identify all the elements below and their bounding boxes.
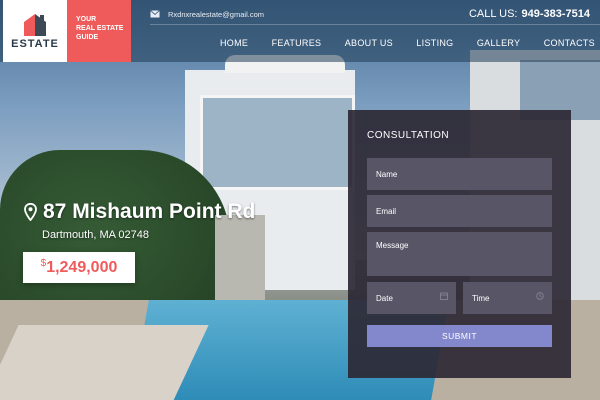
concrete-pillar <box>215 215 265 310</box>
submit-button[interactable]: SUBMIT <box>367 325 552 347</box>
nav-contacts[interactable]: CONTACTS <box>544 38 595 48</box>
clock-icon <box>536 292 544 300</box>
header-divider <box>150 24 600 25</box>
envelope-icon <box>150 10 160 18</box>
tagline-line: YOUR <box>76 16 97 23</box>
nav-home[interactable]: HOME <box>220 38 248 48</box>
date-placeholder: Date <box>376 294 393 303</box>
tagline-line: REAL ESTATE <box>76 25 124 32</box>
header-bar: ESTATE YOUR REAL ESTATE GUIDE Rxdnxreale… <box>0 0 600 62</box>
pool-edge <box>0 325 209 400</box>
street-address: 87 Mishaum Point Rd <box>43 200 256 223</box>
date-field[interactable]: Date <box>367 282 456 314</box>
time-placeholder: Time <box>472 294 490 303</box>
listing-address: 87 Mishaum Point Rd <box>24 200 255 224</box>
time-field[interactable]: Time <box>463 282 552 314</box>
consultation-form: CONSULTATION Name Email Message Date Tim… <box>348 110 571 378</box>
calendar-icon <box>440 292 448 300</box>
house-window <box>200 95 355 190</box>
date-time-row: Date Time <box>367 282 552 314</box>
header-contact-row: Rxdnxrealestate@gmail.com CALL US: 949-3… <box>150 4 590 24</box>
price-badge: $ 1,249,000 <box>23 252 135 283</box>
email-text: Rxdnxrealestate@gmail.com <box>168 9 264 19</box>
email-field[interactable]: Email <box>367 195 552 227</box>
phone-label: CALL US: <box>468 8 518 20</box>
phone-number: 949-383-7514 <box>521 8 590 20</box>
email-link[interactable]: Rxdnxrealestate@gmail.com <box>150 10 264 19</box>
tagline-line: GUIDE <box>76 34 99 41</box>
tagline: YOUR REAL ESTATE GUIDE <box>67 0 131 62</box>
logo-text: ESTATE <box>11 38 59 50</box>
city-state-zip: Dartmouth, MA 02748 <box>42 229 150 241</box>
nav-features[interactable]: FEATURES <box>272 38 322 48</box>
phone[interactable]: CALL US: 949-383-7514 <box>469 8 590 20</box>
logo[interactable]: ESTATE <box>3 0 67 62</box>
form-title: CONSULTATION <box>367 130 450 141</box>
nav-listing[interactable]: LISTING <box>416 38 453 48</box>
nav-gallery[interactable]: GALLERY <box>477 38 520 48</box>
price-value: 1,249,000 <box>46 258 118 276</box>
map-pin-icon <box>24 203 37 221</box>
nav-about-us[interactable]: ABOUT US <box>345 38 393 48</box>
name-field[interactable]: Name <box>367 158 552 190</box>
house-logo-icon <box>24 14 46 36</box>
main-nav: HOME FEATURES ABOUT US LISTING GALLERY C… <box>220 38 595 48</box>
message-field[interactable]: Message <box>367 232 552 276</box>
